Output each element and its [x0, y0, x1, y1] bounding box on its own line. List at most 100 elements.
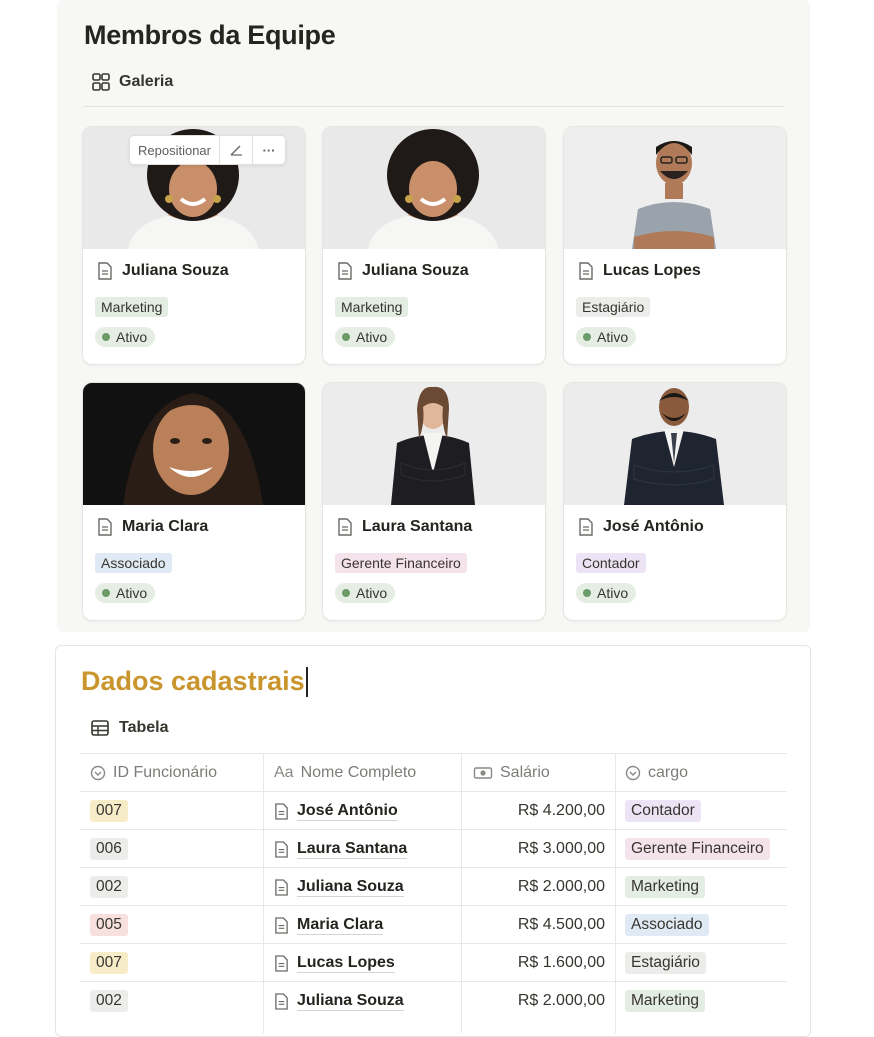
card-title[interactable]: Lucas Lopes: [578, 262, 701, 280]
member-name: Lucas Lopes: [603, 262, 701, 279]
role-tag: Marketing: [95, 297, 169, 317]
id-tag: 005: [90, 914, 128, 936]
column-header-cargo[interactable]: cargo: [625, 754, 688, 792]
status-dot-icon: [342, 589, 350, 597]
table-row[interactable]: 005 Maria Clara R$ 4.500,00 Associado: [80, 905, 787, 944]
role-tag: Gerente Financeiro: [335, 553, 467, 573]
table-row[interactable]: 006 Laura Santana R$ 3.000,00 Gerente Fi…: [80, 829, 787, 868]
table-row[interactable]: 002 Juliana Souza R$ 2.000,00 Marketing: [80, 981, 787, 1020]
status-label: Ativo: [597, 329, 629, 345]
gallery-card[interactable]: Laura Santana Gerente Financeiro Ativo: [322, 382, 546, 621]
gallery-card[interactable]: Juliana Souza Marketing Ativo: [322, 126, 546, 365]
salary-cell[interactable]: R$ 3.000,00: [464, 830, 605, 868]
id-cell[interactable]: 007: [90, 944, 128, 982]
column-header-label: ID Funcionário: [113, 764, 218, 781]
name-cell[interactable]: Juliana Souza: [274, 868, 404, 906]
name-cell[interactable]: Lucas Lopes: [274, 944, 395, 982]
gallery-card[interactable]: Repositionar ··· Juliana Souza Marketing…: [82, 126, 306, 365]
salary-cell[interactable]: R$ 1.600,00: [464, 944, 605, 982]
cargo-tag: Estagiário: [625, 952, 706, 974]
status-label: Ativo: [356, 585, 388, 601]
status-label: Ativo: [116, 585, 148, 601]
id-cell[interactable]: 002: [90, 982, 128, 1020]
table-view-label: Tabela: [119, 719, 169, 736]
column-header-id[interactable]: ID Funcionário: [90, 754, 217, 792]
table-row[interactable]: 002 Juliana Souza R$ 2.000,00 Marketing: [80, 867, 787, 906]
employee-name: Lucas Lopes: [297, 953, 395, 973]
member-name: José Antônio: [603, 518, 704, 535]
page-icon: [275, 954, 288, 972]
member-photo: [564, 383, 786, 505]
status-dot-icon: [102, 333, 110, 341]
id-cell[interactable]: 006: [90, 830, 128, 868]
gallery-view-label: Galeria: [119, 73, 174, 90]
member-photo: [83, 383, 305, 505]
card-title[interactable]: Juliana Souza: [97, 262, 229, 280]
id-tag: 007: [90, 800, 128, 822]
member-photo: [323, 127, 545, 249]
gallery-card[interactable]: Maria Clara Associado Ativo: [82, 382, 306, 621]
status-label: Ativo: [356, 329, 388, 345]
text-property-icon: Aa: [274, 764, 294, 781]
divider: [83, 106, 785, 107]
name-cell[interactable]: Juliana Souza: [274, 982, 404, 1020]
card-title[interactable]: José Antônio: [578, 518, 704, 536]
role-tag: Associado: [95, 553, 172, 573]
name-cell[interactable]: José Antônio: [274, 792, 398, 830]
table-view-tab[interactable]: Tabela: [90, 719, 169, 737]
cargo-cell[interactable]: Associado: [625, 906, 709, 944]
table-title[interactable]: Dados cadastrais: [81, 666, 308, 697]
salary-cell[interactable]: R$ 2.000,00: [464, 868, 605, 906]
cargo-cell[interactable]: Marketing: [625, 868, 706, 906]
employee-name: José Antônio: [297, 801, 398, 821]
page-icon: [579, 262, 593, 280]
cargo-cell[interactable]: Gerente Financeiro: [625, 830, 770, 868]
name-cell[interactable]: Maria Clara: [274, 906, 384, 944]
column-header-salary[interactable]: Salário: [473, 754, 550, 792]
employee-name: Laura Santana: [297, 839, 408, 859]
card-title[interactable]: Juliana Souza: [337, 262, 469, 280]
card-title[interactable]: Laura Santana: [337, 518, 472, 536]
member-name: Laura Santana: [362, 518, 473, 535]
member-photo: [323, 383, 545, 505]
name-cell[interactable]: Laura Santana: [274, 830, 408, 868]
gallery-card[interactable]: Lucas Lopes Estagiário Ativo: [563, 126, 787, 365]
column-header-name[interactable]: Aa Nome Completo: [274, 754, 416, 792]
cargo-tag: Associado: [625, 914, 709, 936]
id-cell[interactable]: 002: [90, 868, 128, 906]
role-tag: Contador: [576, 553, 646, 573]
card-title[interactable]: Maria Clara: [97, 518, 208, 536]
status-badge: Ativo: [335, 327, 396, 347]
salary-cell[interactable]: R$ 4.200,00: [464, 792, 605, 830]
status-badge: Ativo: [95, 583, 156, 603]
reposition-button[interactable]: Repositionar: [130, 136, 219, 164]
id-cell[interactable]: 007: [90, 792, 128, 830]
salary-cell[interactable]: R$ 4.500,00: [464, 906, 605, 944]
role-tag: Estagiário: [576, 297, 651, 317]
cargo-cell[interactable]: Estagiário: [625, 944, 706, 982]
cargo-cell[interactable]: Contador: [625, 792, 701, 830]
cargo-cell[interactable]: Marketing: [625, 982, 706, 1020]
select-property-icon: [625, 765, 641, 781]
table-row[interactable]: 007 Lucas Lopes R$ 1.600,00 Estagiário: [80, 943, 787, 982]
money-icon: [473, 767, 493, 779]
role-tag: Marketing: [335, 297, 409, 317]
gallery-grid-icon: [92, 73, 110, 91]
table-icon: [91, 720, 109, 736]
status-dot-icon: [102, 589, 110, 597]
gallery-card[interactable]: José Antônio Contador Ativo: [563, 382, 787, 621]
edit-button[interactable]: [219, 136, 252, 164]
id-cell[interactable]: 005: [90, 906, 128, 944]
salary-cell[interactable]: R$ 2.000,00: [464, 982, 605, 1020]
page-icon: [275, 992, 288, 1010]
cargo-tag: Marketing: [625, 876, 706, 898]
more-options-button[interactable]: ···: [252, 136, 285, 164]
page-icon: [275, 840, 288, 858]
page-icon: [275, 916, 288, 934]
gallery-section: Membros da Equipe Galeria Repositionar ·…: [57, 0, 810, 632]
page-icon: [275, 802, 288, 820]
gallery-view-tab[interactable]: Galeria: [91, 72, 173, 92]
page-icon: [275, 878, 288, 896]
table-row[interactable]: 007 José Antônio R$ 4.200,00 Contador: [80, 791, 787, 830]
status-badge: Ativo: [95, 327, 156, 347]
